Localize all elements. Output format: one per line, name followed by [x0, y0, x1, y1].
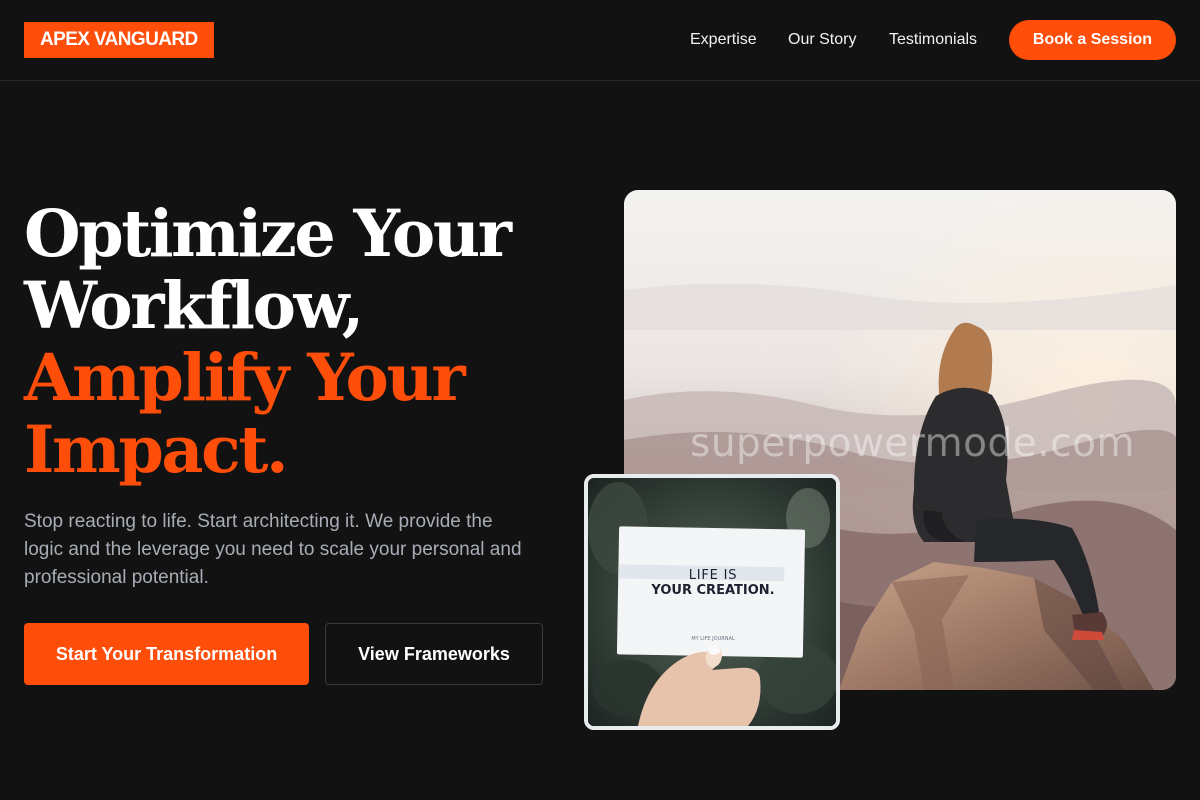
card-photo-background-image: [588, 478, 836, 726]
card-line-2: YOUR CREATION.: [651, 583, 775, 598]
nav-link-testimonials[interactable]: Testimonials: [889, 30, 977, 50]
life-creation-card-photo: LIFE IS YOUR CREATION. MY LIFE JOURNAL: [584, 474, 840, 730]
hero-headline: Optimize Your Workflow, Amplify Your Imp…: [24, 198, 584, 486]
book-session-button[interactable]: Book a Session: [1009, 20, 1176, 60]
card-line-1: LIFE IS: [688, 568, 738, 583]
headline-line-1: Optimize Your: [24, 196, 512, 272]
nav-link-our-story[interactable]: Our Story: [788, 30, 856, 50]
card-footer: MY LIFE JOURNAL: [691, 636, 735, 642]
top-navigation: APEX VANGUARD Expertise Our Story Testim…: [0, 0, 1200, 81]
watermark-text: superpowermode.com: [690, 421, 1135, 466]
headline-accent-line-1: Amplify Your: [24, 340, 466, 416]
headline-line-2: Workflow,: [24, 268, 364, 344]
view-frameworks-button[interactable]: View Frameworks: [325, 623, 543, 685]
start-transformation-button[interactable]: Start Your Transformation: [24, 623, 309, 685]
brand-logo[interactable]: APEX VANGUARD: [24, 22, 214, 58]
hero-subcopy: Stop reacting to life. Start architectin…: [24, 511, 522, 588]
headline-accent-line-2: Impact.: [24, 412, 289, 488]
nav-link-expertise[interactable]: Expertise: [690, 30, 757, 50]
